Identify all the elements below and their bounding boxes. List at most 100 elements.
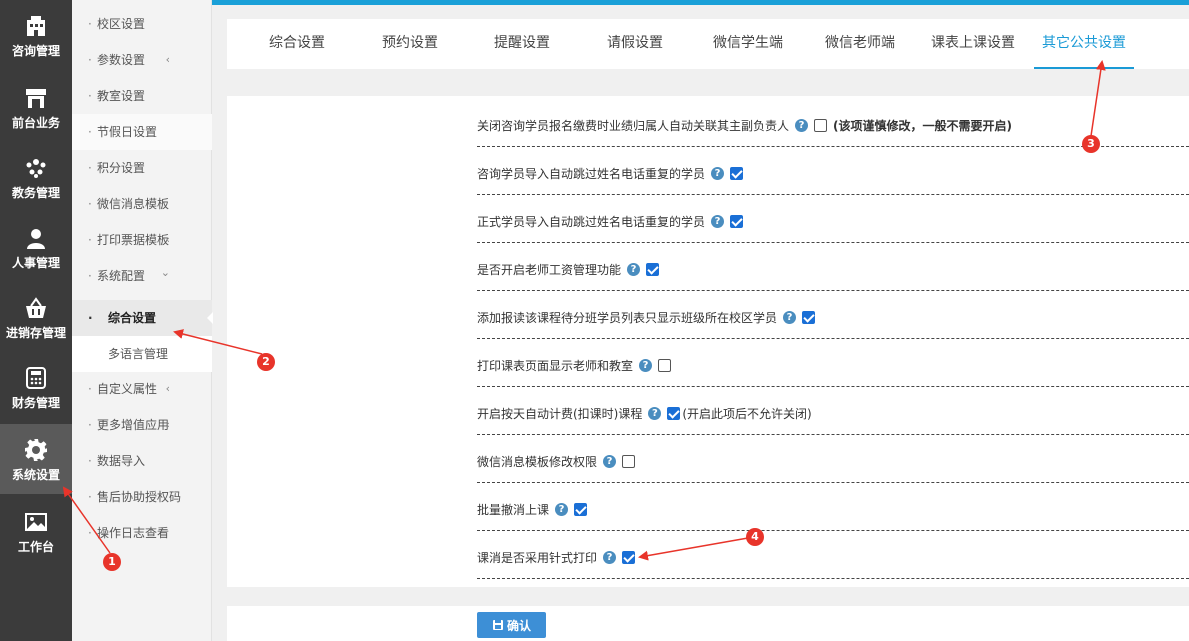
submenu-item-label: 操作日志查看 <box>97 526 170 540</box>
setting-checkbox[interactable] <box>730 167 744 180</box>
rail-item-finance[interactable]: 财务管理 <box>0 352 72 422</box>
rail-item-label: 系统设置 <box>11 468 60 482</box>
setting-checkbox[interactable] <box>667 407 681 420</box>
submenu-item-multilanguage[interactable]: 多语言管理 <box>72 336 212 372</box>
setting-checkbox[interactable] <box>622 551 636 564</box>
calculator-icon <box>24 366 48 390</box>
help-icon[interactable]: ? <box>627 263 641 276</box>
store-icon <box>24 86 48 110</box>
tab-leave[interactable]: 请假设置 <box>595 19 675 69</box>
submenu-item-general-settings[interactable]: · 综合设置 <box>72 300 213 336</box>
setting-row: 微信消息模板修改权限? <box>477 435 1189 483</box>
help-icon[interactable]: ? <box>711 215 725 228</box>
person-icon <box>24 226 48 250</box>
help-icon[interactable]: ? <box>603 551 617 564</box>
users-group-icon <box>24 156 48 180</box>
chevron-down-icon: ⌄ <box>160 266 170 279</box>
tab-schedule[interactable]: 课表上课设置 <box>924 19 1022 69</box>
help-icon[interactable]: ? <box>639 359 653 372</box>
submenu-item-campus[interactable]: · 校区设置 <box>72 6 212 42</box>
tab-general[interactable]: 综合设置 <box>257 19 337 69</box>
rail-item-label: 人事管理 <box>11 256 60 270</box>
setting-label: 是否开启老师工资管理功能 <box>477 263 622 277</box>
annotation-badge-1: 1 <box>103 553 121 571</box>
rail-item-system-settings[interactable]: 系统设置 <box>0 424 72 494</box>
submenu-item-params[interactable]: · 参数设置 ‹ <box>72 42 212 78</box>
confirm-button[interactable]: 确认 <box>477 612 546 638</box>
rail-item-hr[interactable]: 人事管理 <box>0 212 72 282</box>
setting-label: 打印课表页面显示老师和教室 <box>477 359 634 373</box>
setting-label: 正式学员导入自动跳过姓名电话重复的学员 <box>477 215 706 229</box>
rail-item-label: 教务管理 <box>11 186 60 200</box>
help-icon[interactable]: ? <box>648 407 662 420</box>
submenu-item-more-apps[interactable]: · 更多增值应用 ‹ <box>72 407 212 443</box>
submenu-item-classroom[interactable]: · 教室设置 <box>72 78 212 114</box>
help-icon[interactable]: ? <box>711 167 725 180</box>
setting-label: 添加报读该课程待分班学员列表只显示班级所在校区学员 <box>477 311 778 325</box>
setting-row: 正式学员导入自动跳过姓名电话重复的学员? <box>477 195 1189 243</box>
image-icon <box>24 510 48 534</box>
setting-label: 开启按天自动计费(扣课时)课程 <box>477 407 643 421</box>
tab-wechat-student[interactable]: 微信学生端 <box>703 19 793 69</box>
main-nav-rail: 咨询管理 前台业务 教务管理 人事管理 进销存管理 财务管理 系统设置 工作台 <box>0 0 72 641</box>
setting-checkbox[interactable] <box>646 263 660 276</box>
setting-checkbox[interactable] <box>574 503 588 516</box>
submenu-item-label: 多语言管理 <box>108 347 169 361</box>
top-accent-bar <box>212 0 1189 5</box>
submenu-item-label: 售后协助授权码 <box>97 490 182 504</box>
rail-item-academic[interactable]: 教务管理 <box>0 142 72 212</box>
tab-other-common[interactable]: 其它公共设置 <box>1034 19 1134 69</box>
save-icon <box>492 620 503 630</box>
submenu-item-label: 打印票据模板 <box>97 233 170 247</box>
setting-label: 批量撤消上课 <box>477 503 550 517</box>
help-icon[interactable]: ? <box>795 119 809 132</box>
setting-note: (该项谨慎修改，一般不需要开启) <box>833 119 1012 133</box>
submenu-item-operation-log[interactable]: · 操作日志查看 <box>72 515 212 551</box>
tab-reminder[interactable]: 提醒设置 <box>482 19 562 69</box>
setting-checkbox[interactable] <box>802 311 816 324</box>
gear-icon <box>24 438 48 462</box>
setting-row: 添加报读该课程待分班学员列表只显示班级所在校区学员? <box>477 291 1189 339</box>
rail-item-workbench[interactable]: 工作台 <box>0 496 72 566</box>
submenu-item-support-code[interactable]: · 售后协助授权码 <box>72 479 212 515</box>
tab-booking[interactable]: 预约设置 <box>370 19 450 69</box>
tab-wechat-teacher[interactable]: 微信老师端 <box>815 19 905 69</box>
active-caret <box>207 312 213 324</box>
annotation-badge-2: 2 <box>257 353 275 371</box>
submenu-item-label: 自定义属性 <box>97 382 158 396</box>
submenu-item-label: 综合设置 <box>108 311 157 325</box>
submenu-item-label: 积分设置 <box>97 161 146 175</box>
submenu-item-print-template[interactable]: · 打印票据模板 ‹ <box>72 222 212 258</box>
setting-checkbox[interactable] <box>814 119 828 132</box>
submenu-item-label: 节假日设置 <box>97 125 158 139</box>
rail-item-inventory[interactable]: 进销存管理 <box>0 282 72 352</box>
building-icon <box>24 14 48 38</box>
help-icon[interactable]: ? <box>555 503 569 516</box>
help-icon[interactable]: ? <box>603 455 617 468</box>
chevron-left-icon: ‹ <box>165 382 170 395</box>
setting-checkbox[interactable] <box>622 455 636 468</box>
setting-checkbox[interactable] <box>730 215 744 228</box>
submenu-item-points[interactable]: · 积分设置 <box>72 150 212 186</box>
submenu-item-label: 数据导入 <box>97 454 146 468</box>
submenu-item-system-config[interactable]: · 系统配置 ⌄ <box>72 258 212 294</box>
setting-row: 打印课表页面显示老师和教室? <box>477 339 1189 387</box>
submenu-item-wechat-template[interactable]: · 微信消息模板 <box>72 186 212 222</box>
setting-row: 咨询学员导入自动跳过姓名电话重复的学员? <box>477 147 1189 195</box>
rail-item-label: 咨询管理 <box>11 44 60 58</box>
settings-submenu: · 校区设置 · 参数设置 ‹ · 教室设置 · 节假日设置 · 积分设置 · 微信消息模板 … <box>72 0 213 641</box>
setting-row: 开启按天自动计费(扣课时)课程? (开启此项后不允许关闭) <box>477 387 1189 435</box>
setting-checkbox[interactable] <box>658 359 672 372</box>
submenu-item-data-import[interactable]: · 数据导入 <box>72 443 212 479</box>
rail-item-consulting[interactable]: 咨询管理 <box>0 0 72 70</box>
submenu-item-custom-attributes[interactable]: · 自定义属性 ‹ <box>72 371 212 407</box>
setting-label: 课消是否采用针式打印 <box>477 551 598 565</box>
form-footer: 确认 <box>227 606 1189 641</box>
setting-label: 微信消息模板修改权限 <box>477 455 598 469</box>
help-icon[interactable]: ? <box>783 311 797 324</box>
rail-item-label: 财务管理 <box>11 396 60 410</box>
setting-label: 关闭咨询学员报名缴费时业绩归属人自动关联其主副负责人 <box>477 119 790 133</box>
submenu-item-holiday[interactable]: · 节假日设置 <box>72 114 212 150</box>
rail-item-front-desk[interactable]: 前台业务 <box>0 72 72 142</box>
setting-row: 是否开启老师工资管理功能? <box>477 243 1189 291</box>
